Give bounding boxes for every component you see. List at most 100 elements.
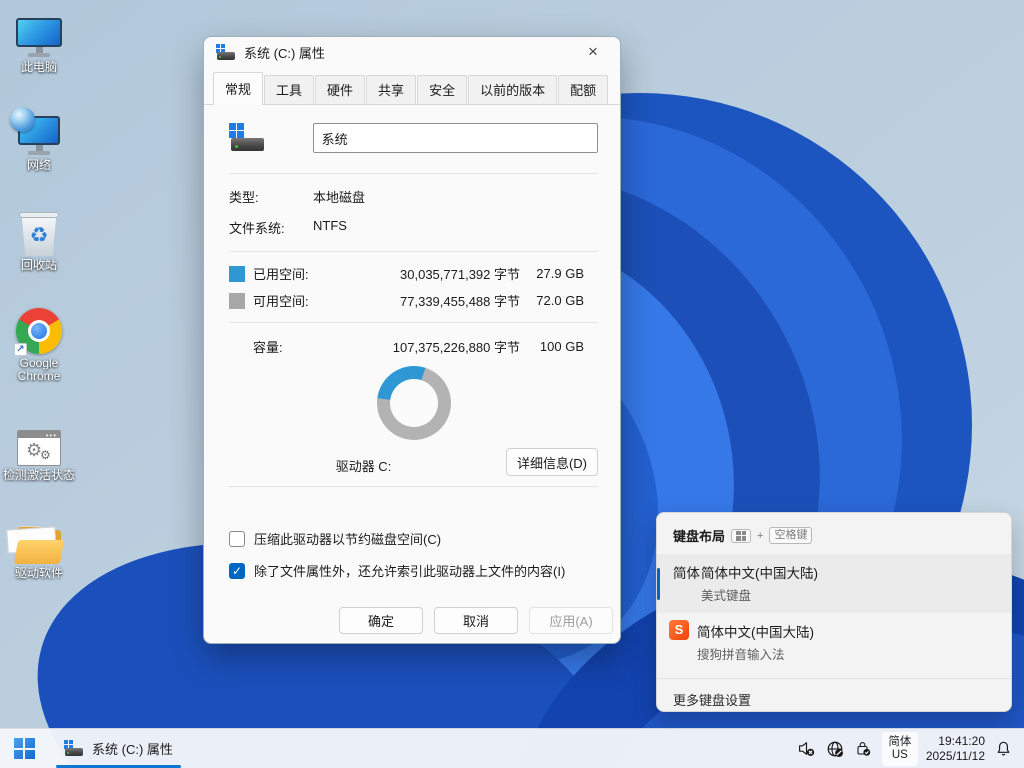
network-icon — [10, 107, 60, 156]
details-button[interactable]: 详细信息(D) — [506, 448, 598, 476]
drive-letter-label: 驱动器 C: — [335, 459, 392, 474]
used-space-swatch — [229, 265, 245, 282]
volume-name-input[interactable] — [312, 123, 598, 153]
drive-icon — [64, 740, 84, 757]
taskbar-app-properties[interactable]: 系统 (C:) 属性 — [52, 729, 185, 768]
tab-page-general: 类型: 本地磁盘 文件系统: NTFS 已用空间: 30,035,771,392… — [204, 121, 620, 580]
properties-dialog: 系统 (C:) 属性 × 常规 工具 硬件 共享 安全 以前的版本 配额 类型:… — [203, 36, 621, 644]
this-pc-icon — [16, 18, 62, 58]
capacity-row: 容量: 107,375,226,880 字节 100 GB — [229, 333, 584, 360]
drive-icon-large — [229, 123, 265, 153]
security-check-icon[interactable] — [855, 740, 871, 757]
capacity-label: 容量: — [253, 340, 283, 355]
input-method-title: 简体中文(中国大陆) — [697, 625, 814, 640]
input-method-subtitle: 美式键盘 — [701, 589, 752, 603]
filesystem-label: 文件系统: — [229, 221, 285, 236]
system-tray: 简体 US 19:41:20 2025/11/12 — [798, 729, 1024, 768]
chrome-icon: ↗ — [14, 308, 62, 356]
type-value: 本地磁盘 — [313, 190, 366, 205]
close-icon[interactable]: × — [576, 41, 610, 65]
used-space-label: 已用空间: — [253, 267, 309, 282]
network-offline-icon[interactable] — [826, 740, 844, 758]
recycle-bin-icon: ♻ — [19, 212, 59, 256]
keyboard-layout-title: 键盘布局 — [673, 529, 726, 544]
taskbar-app-title: 系统 (C:) 属性 — [92, 742, 173, 757]
desktop-icon-chrome[interactable]: ↗ Google Chrome — [0, 302, 78, 414]
desktop-icon-label: 检测激活状态 — [2, 468, 75, 482]
apply-button[interactable]: 应用(A) — [529, 607, 613, 634]
tab-tools[interactable]: 工具 — [264, 75, 315, 104]
desktop-screen: 此电脑 网络 ♻ 回收站 ↗ Google Chrome ••• ⚙ ⚙ 检测激活状… — [0, 0, 1024, 768]
start-button[interactable] — [4, 729, 44, 768]
desktop-icon-label: 此电脑 — [20, 60, 57, 74]
capacity-size: 100 GB — [539, 339, 584, 354]
index-checkbox[interactable]: ✓ — [229, 562, 245, 579]
language-top: 简体 — [888, 735, 912, 748]
free-space-size: 72.0 GB — [536, 293, 584, 308]
used-space-row: 已用空间: 30,035,771,392 字节 27.9 GB — [229, 260, 584, 287]
desktop-icon-network[interactable]: 网络 — [0, 104, 78, 204]
volume-muted-icon[interactable] — [798, 740, 815, 757]
globe-icon — [10, 107, 35, 132]
notification-bell-icon[interactable] — [995, 740, 1012, 757]
taskbar: 系统 (C:) 属性 简体 US 19:41:20 2025/11/12 — [0, 728, 1024, 768]
tab-security[interactable]: 安全 — [417, 75, 468, 104]
free-space-label: 可用空间: — [253, 294, 309, 309]
windows-key-icon — [731, 528, 752, 543]
desktop-icon-activation-check[interactable]: ••• ⚙ ⚙ 检测激活状态 — [0, 414, 78, 512]
keyboard-layout-popup: 键盘布局 + 空格键 简体 简体中文(中国大陆) 美式键盘 S 简体中文(中国大… — [656, 512, 1012, 712]
used-space-bytes: 30,035,771,392 字节 — [400, 267, 520, 282]
clock-time: 19:41:20 — [938, 733, 985, 748]
tab-quota[interactable]: 配额 — [558, 75, 609, 104]
filesystem-value: NTFS — [313, 218, 347, 233]
shortcut-arrow-icon: ↗ — [14, 343, 27, 356]
input-method-subtitle: 搜狗拼音输入法 — [697, 648, 785, 662]
drive-icon — [216, 44, 236, 61]
tab-sharing[interactable]: 共享 — [366, 75, 417, 104]
sogou-icon: S — [669, 620, 689, 640]
dialog-title: 系统 (C:) 属性 — [244, 46, 325, 61]
plus-separator: + — [757, 529, 764, 542]
desktop-icon-label: 驱动软件 — [14, 566, 63, 580]
cancel-button[interactable]: 取消 — [434, 607, 518, 634]
desktop-icon-this-pc[interactable]: 此电脑 — [0, 6, 78, 104]
input-method-item-us[interactable]: 简体 简体中文(中国大陆) 美式键盘 — [657, 554, 1011, 613]
desktop-icon-recycle-bin[interactable]: ♻ 回收站 — [0, 204, 78, 302]
type-label: 类型: — [229, 190, 259, 205]
desktop-icon-label: 回收站 — [20, 258, 57, 272]
ok-button[interactable]: 确定 — [339, 607, 423, 634]
ime-badge-jianti: 简体 — [673, 566, 700, 581]
folder-icon — [6, 526, 65, 564]
taskbar-clock[interactable]: 19:41:20 2025/11/12 — [926, 734, 985, 764]
input-method-item-sogou[interactable]: S 简体中文(中国大陆) 搜狗拼音输入法 — [657, 613, 1011, 672]
active-app-indicator — [56, 764, 181, 768]
dialog-tabs: 常规 工具 硬件 共享 安全 以前的版本 配额 — [204, 68, 620, 105]
desktop-icon-label: 网络 — [26, 158, 51, 172]
tab-previous-versions[interactable]: 以前的版本 — [468, 75, 558, 104]
free-space-bytes: 77,339,455,488 字节 — [400, 294, 520, 309]
input-method-title: 简体中文(中国大陆) — [701, 566, 818, 581]
clock-date: 2025/11/12 — [925, 748, 985, 763]
language-indicator[interactable]: 简体 US — [881, 731, 918, 766]
index-checkbox-label: 除了文件属性外，还允许索引此驱动器上文件的内容(I) — [254, 564, 566, 579]
desktop-icon-list: 此电脑 网络 ♻ 回收站 ↗ Google Chrome ••• ⚙ ⚙ 检测激活状… — [0, 6, 78, 610]
compress-checkbox-label: 压缩此驱动器以节约磁盘空间(C) — [254, 532, 442, 547]
dialog-titlebar[interactable]: 系统 (C:) 属性 × — [204, 37, 620, 68]
disk-usage-donut — [376, 366, 451, 440]
used-space-size: 27.9 GB — [536, 266, 584, 281]
tab-general[interactable]: 常规 — [213, 72, 264, 105]
tab-hardware[interactable]: 硬件 — [315, 75, 366, 104]
gears-window-icon: ••• ⚙ ⚙ — [17, 430, 61, 466]
desktop-icon-driver-software[interactable]: 驱动软件 — [0, 512, 78, 610]
spacebar-keycap: 空格键 — [769, 527, 813, 544]
compress-checkbox-row[interactable]: 压缩此驱动器以节约磁盘空间(C) — [229, 529, 598, 548]
windows-logo-icon — [13, 738, 35, 759]
more-keyboard-settings-link[interactable]: 更多键盘设置 — [657, 679, 1011, 711]
desktop-icon-label: Google Chrome — [17, 356, 61, 383]
compress-checkbox[interactable] — [229, 530, 245, 547]
language-bottom: US — [891, 748, 908, 761]
divider — [229, 486, 598, 487]
free-space-swatch — [229, 292, 245, 309]
index-checkbox-row[interactable]: ✓ 除了文件属性外，还允许索引此驱动器上文件的内容(I) — [229, 561, 598, 580]
free-space-row: 可用空间: 77,339,455,488 字节 72.0 GB — [229, 287, 584, 314]
